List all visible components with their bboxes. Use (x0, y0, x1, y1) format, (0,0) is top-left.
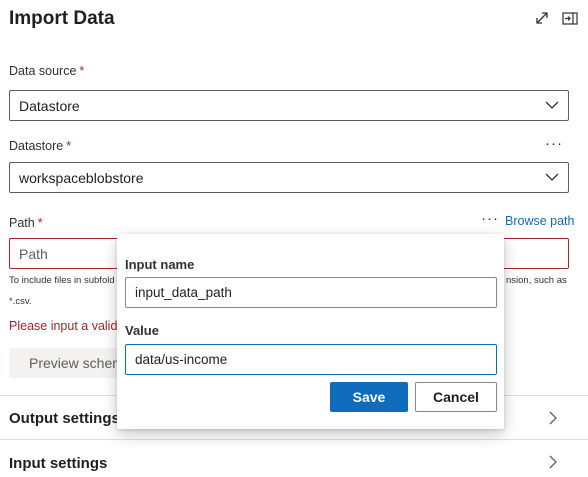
data-source-value: Datastore (19, 98, 80, 114)
path-hint-text: To include files in subfold (9, 275, 115, 286)
input-name-field[interactable] (125, 277, 497, 308)
chevron-down-icon (545, 173, 559, 181)
output-settings-header[interactable]: Output settings (9, 410, 120, 427)
datastore-dropdown[interactable]: workspaceblobstore (9, 162, 569, 193)
input-name-input[interactable] (126, 278, 496, 307)
path-label: Path * (9, 216, 43, 230)
path-hint-text-right: nsion, such as (506, 275, 567, 286)
input-parameter-popup: Input name Value Save Cancel (117, 234, 504, 429)
data-source-label: Data source * (9, 64, 85, 78)
chevron-right-icon[interactable] (548, 410, 558, 426)
value-input[interactable] (126, 345, 496, 374)
datastore-more-icon[interactable]: ··· (545, 136, 563, 151)
save-button[interactable]: Save (330, 382, 408, 412)
cancel-button[interactable]: Cancel (415, 382, 497, 412)
value-label: Value (125, 323, 159, 338)
browse-path-link[interactable]: Browse path (505, 214, 574, 228)
input-name-label: Input name (125, 257, 195, 272)
data-source-dropdown[interactable]: Datastore (9, 90, 569, 121)
expand-icon[interactable] (532, 8, 552, 28)
path-more-icon[interactable]: ··· (481, 211, 499, 226)
path-error-message: Please input a valid p (9, 319, 128, 333)
dock-panel-icon[interactable] (560, 8, 580, 28)
value-field[interactable] (125, 344, 497, 375)
panel-title: Import Data (9, 8, 115, 29)
datastore-value: workspaceblobstore (19, 170, 144, 186)
path-hint-text-line2: *.csv. (9, 296, 32, 307)
chevron-right-icon[interactable] (548, 454, 558, 470)
section-divider (0, 439, 588, 440)
chevron-down-icon (545, 101, 559, 109)
input-settings-header[interactable]: Input settings (9, 455, 107, 472)
datastore-label: Datastore * (9, 139, 72, 153)
